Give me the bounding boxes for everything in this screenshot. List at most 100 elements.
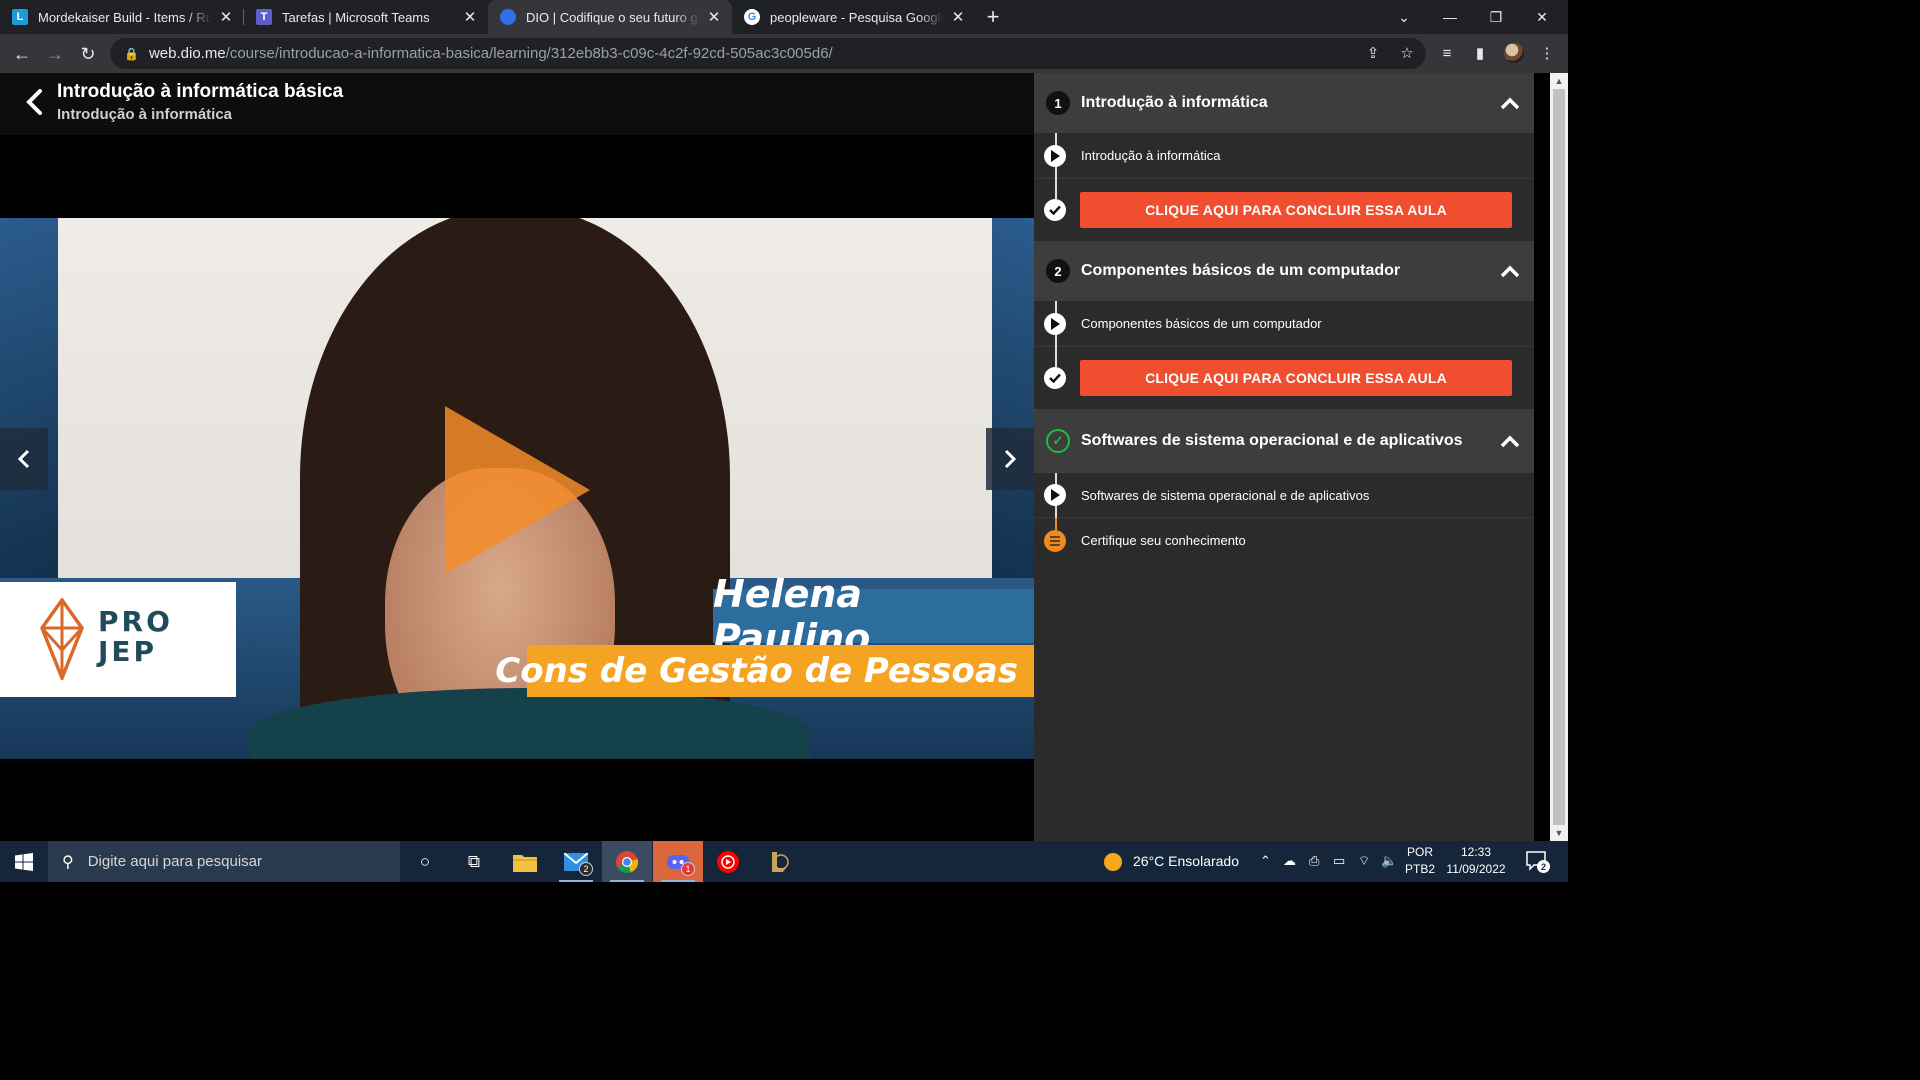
side-panel-icon[interactable]: ▮ xyxy=(1465,38,1495,68)
chevron-up-icon[interactable] xyxy=(1498,429,1522,453)
clock-time: 12:33 xyxy=(1460,845,1492,859)
close-tab-icon[interactable]: ✕ xyxy=(462,8,478,26)
section-header-3[interactable]: ✓ Softwares de sistema operacional e de … xyxy=(1034,409,1534,473)
keyboard-language[interactable]: POR PTB2 xyxy=(1402,844,1438,878)
close-tab-icon[interactable]: ✕ xyxy=(950,8,966,26)
bookmark-star-icon[interactable]: ☆ xyxy=(1392,38,1422,68)
close-tab-icon[interactable]: ✕ xyxy=(218,8,234,26)
play-circle-icon xyxy=(1044,144,1066,167)
onedrive-cloud-icon[interactable]: ☁ xyxy=(1283,853,1296,869)
lock-icon: 🔒 xyxy=(124,46,139,61)
course-title: Introdução à informática básica xyxy=(57,81,344,102)
discord-icon[interactable]: 1 xyxy=(653,841,703,882)
weather-text[interactable]: 26°C Ensolarado xyxy=(1133,853,1239,869)
section-number: 1 xyxy=(1046,91,1070,115)
mail-badge: 2 xyxy=(579,862,593,876)
quiz-list-icon xyxy=(1044,529,1066,552)
notification-center-icon[interactable]: 2 xyxy=(1526,851,1550,874)
section-header-2[interactable]: 2 Componentes básicos de um computador xyxy=(1034,241,1534,301)
tab-search-icon[interactable]: ⌄ xyxy=(1381,0,1427,34)
lesson-item[interactable]: Introdução à informática xyxy=(1034,133,1534,179)
back-to-course-icon[interactable] xyxy=(22,87,46,117)
play-icon[interactable] xyxy=(445,406,590,574)
lang-bottom: PTB2 xyxy=(1404,862,1435,876)
quiz-item[interactable]: Certifique seu conhecimento xyxy=(1034,518,1534,563)
section-title: Softwares de sistema operacional e de ap… xyxy=(1081,432,1463,449)
tab-mordekaiser[interactable]: L Mordekaiser Build - Items / Rune ✕ xyxy=(0,0,244,34)
logo-line-2: JEP xyxy=(98,635,158,668)
play-circle-icon xyxy=(1044,312,1066,335)
presenter-role: Cons de Gestão de Pessoas xyxy=(495,645,1034,697)
restore-icon[interactable]: ❐ xyxy=(1473,0,1519,34)
section-number: 2 xyxy=(1046,259,1070,283)
tab-google[interactable]: G peopleware - Pesquisa Google ✕ xyxy=(732,0,976,34)
wifi-icon[interactable]: ⌔ xyxy=(1358,853,1370,869)
google-favicon-icon: G xyxy=(744,9,760,25)
taskbar-search[interactable]: ⚲ Digite aqui para pesquisar xyxy=(48,841,400,882)
close-tab-icon[interactable]: ✕ xyxy=(706,8,722,26)
back-icon[interactable]: ← xyxy=(6,38,38,70)
course-module-title: Introdução à informática xyxy=(57,106,233,123)
next-lesson-button[interactable] xyxy=(986,428,1034,490)
forward-icon[interactable]: → xyxy=(39,38,71,70)
chrome-icon[interactable] xyxy=(602,841,652,882)
lesson-item[interactable]: Componentes básicos de um computador xyxy=(1034,301,1534,347)
scroll-up-icon[interactable]: ▲ xyxy=(1550,73,1568,89)
volume-icon[interactable]: 🔈 xyxy=(1381,853,1397,869)
browser-tab-bar: L Mordekaiser Build - Items / Rune ✕ T T… xyxy=(0,0,1568,34)
tab-teams[interactable]: T Tarefas | Microsoft Teams ✕ xyxy=(244,0,488,34)
page-scrollbar[interactable]: ▲ ▼ xyxy=(1550,73,1568,841)
lesson-item[interactable]: Softwares de sistema operacional e de ap… xyxy=(1034,473,1534,518)
url-path: /course/introducao-a-informatica-basica/… xyxy=(225,45,833,62)
close-window-icon[interactable]: ✕ xyxy=(1519,0,1565,34)
presenter-name: Helena Paulino xyxy=(713,572,1034,660)
chevron-up-icon[interactable] xyxy=(1498,91,1522,115)
task-view-icon[interactable]: ⧉ xyxy=(449,841,499,882)
completed-check-icon: ✓ xyxy=(1046,429,1070,453)
page-content: Introdução à informática básica Introduç… xyxy=(0,73,1568,841)
teams-favicon-icon: T xyxy=(256,9,272,25)
address-bar[interactable]: 🔒 web.dio.me /course/introducao-a-inform… xyxy=(110,38,1426,69)
league-of-legends-icon[interactable] xyxy=(754,841,804,882)
tab-dio[interactable]: DIO | Codifique o seu futuro glob ✕ xyxy=(488,0,732,34)
tab-title: peopleware - Pesquisa Google xyxy=(770,9,944,25)
chevron-up-icon[interactable] xyxy=(1498,259,1522,283)
section-header-1[interactable]: 1 Introdução à informática xyxy=(1034,73,1534,133)
video-player[interactable]: PRO JEP Helena Paulino Cons de Gestão de… xyxy=(0,218,1034,759)
tab-title: Tarefas | Microsoft Teams xyxy=(282,9,430,25)
media-control-icon[interactable]: ≡ xyxy=(1432,38,1462,68)
new-tab-button[interactable]: + xyxy=(976,0,1010,34)
file-explorer-icon[interactable] xyxy=(500,841,550,882)
check-circle-icon xyxy=(1044,367,1066,389)
clock-date: 11/09/2022 xyxy=(1446,862,1506,876)
youtube-music-icon[interactable] xyxy=(703,841,753,882)
mail-icon[interactable]: 2 xyxy=(551,841,601,882)
tray-chevron-up-icon[interactable]: ⌃ xyxy=(1260,853,1271,869)
windows-taskbar: ⚲ Digite aqui para pesquisar ○ ⧉ 2 1 26°… xyxy=(0,841,1568,882)
cortana-icon[interactable]: ○ xyxy=(400,841,450,882)
windows-start-icon[interactable] xyxy=(0,841,48,882)
previous-lesson-button[interactable] xyxy=(0,428,48,490)
share-icon[interactable]: ⇪ xyxy=(1358,38,1388,68)
scroll-down-icon[interactable]: ▼ xyxy=(1550,825,1568,841)
complete-lesson-row: CLIQUE AQUI PARA CONCLUIR ESSA AULA xyxy=(1034,179,1534,241)
complete-lesson-button[interactable]: CLIQUE AQUI PARA CONCLUIR ESSA AULA xyxy=(1080,360,1512,396)
clock[interactable]: 12:33 11/09/2022 xyxy=(1440,844,1512,878)
projep-diamond-icon xyxy=(40,598,84,680)
league-favicon-icon: L xyxy=(12,9,28,25)
lang-top: POR xyxy=(1406,845,1433,859)
profile-avatar[interactable] xyxy=(1499,38,1529,68)
weather-sun-icon[interactable] xyxy=(1103,852,1123,875)
menu-kebab-icon[interactable]: ⋮ xyxy=(1532,38,1562,68)
dio-favicon-icon xyxy=(500,9,516,25)
lesson-label: Componentes básicos de um computador xyxy=(1081,316,1322,331)
url-host: web.dio.me xyxy=(148,45,226,62)
section-title: Componentes básicos de um computador xyxy=(1081,262,1401,279)
reload-icon[interactable]: ↻ xyxy=(72,38,104,70)
battery-icon[interactable]: ▭ xyxy=(1333,853,1345,869)
complete-lesson-button[interactable]: CLIQUE AQUI PARA CONCLUIR ESSA AULA xyxy=(1080,192,1512,228)
scroll-thumb[interactable] xyxy=(1553,89,1565,825)
discord-badge: 1 xyxy=(681,862,695,876)
device-icon[interactable]: ⎙ xyxy=(1309,853,1319,869)
minimize-icon[interactable]: — xyxy=(1427,0,1473,34)
